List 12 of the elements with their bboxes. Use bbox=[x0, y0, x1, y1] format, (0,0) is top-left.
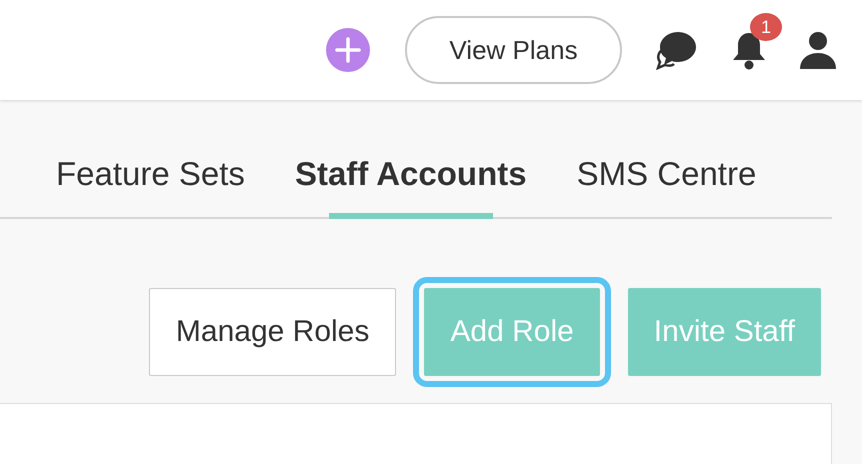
tab[interactable]: Feature Sets bbox=[56, 155, 245, 217]
chat-icon bbox=[656, 30, 698, 70]
tab[interactable]: Staff Accounts bbox=[294, 155, 527, 217]
user-icon bbox=[800, 31, 836, 69]
notifications-button[interactable]: 1 bbox=[730, 13, 782, 70]
view-plans-button[interactable]: View Plans bbox=[405, 16, 622, 84]
plus-icon bbox=[335, 37, 361, 63]
notification-badge: 1 bbox=[750, 13, 782, 41]
profile-button[interactable] bbox=[800, 31, 836, 69]
chat-button[interactable] bbox=[656, 30, 698, 70]
tab[interactable]: SMS Centre bbox=[576, 155, 756, 217]
add-button[interactable] bbox=[326, 28, 370, 72]
